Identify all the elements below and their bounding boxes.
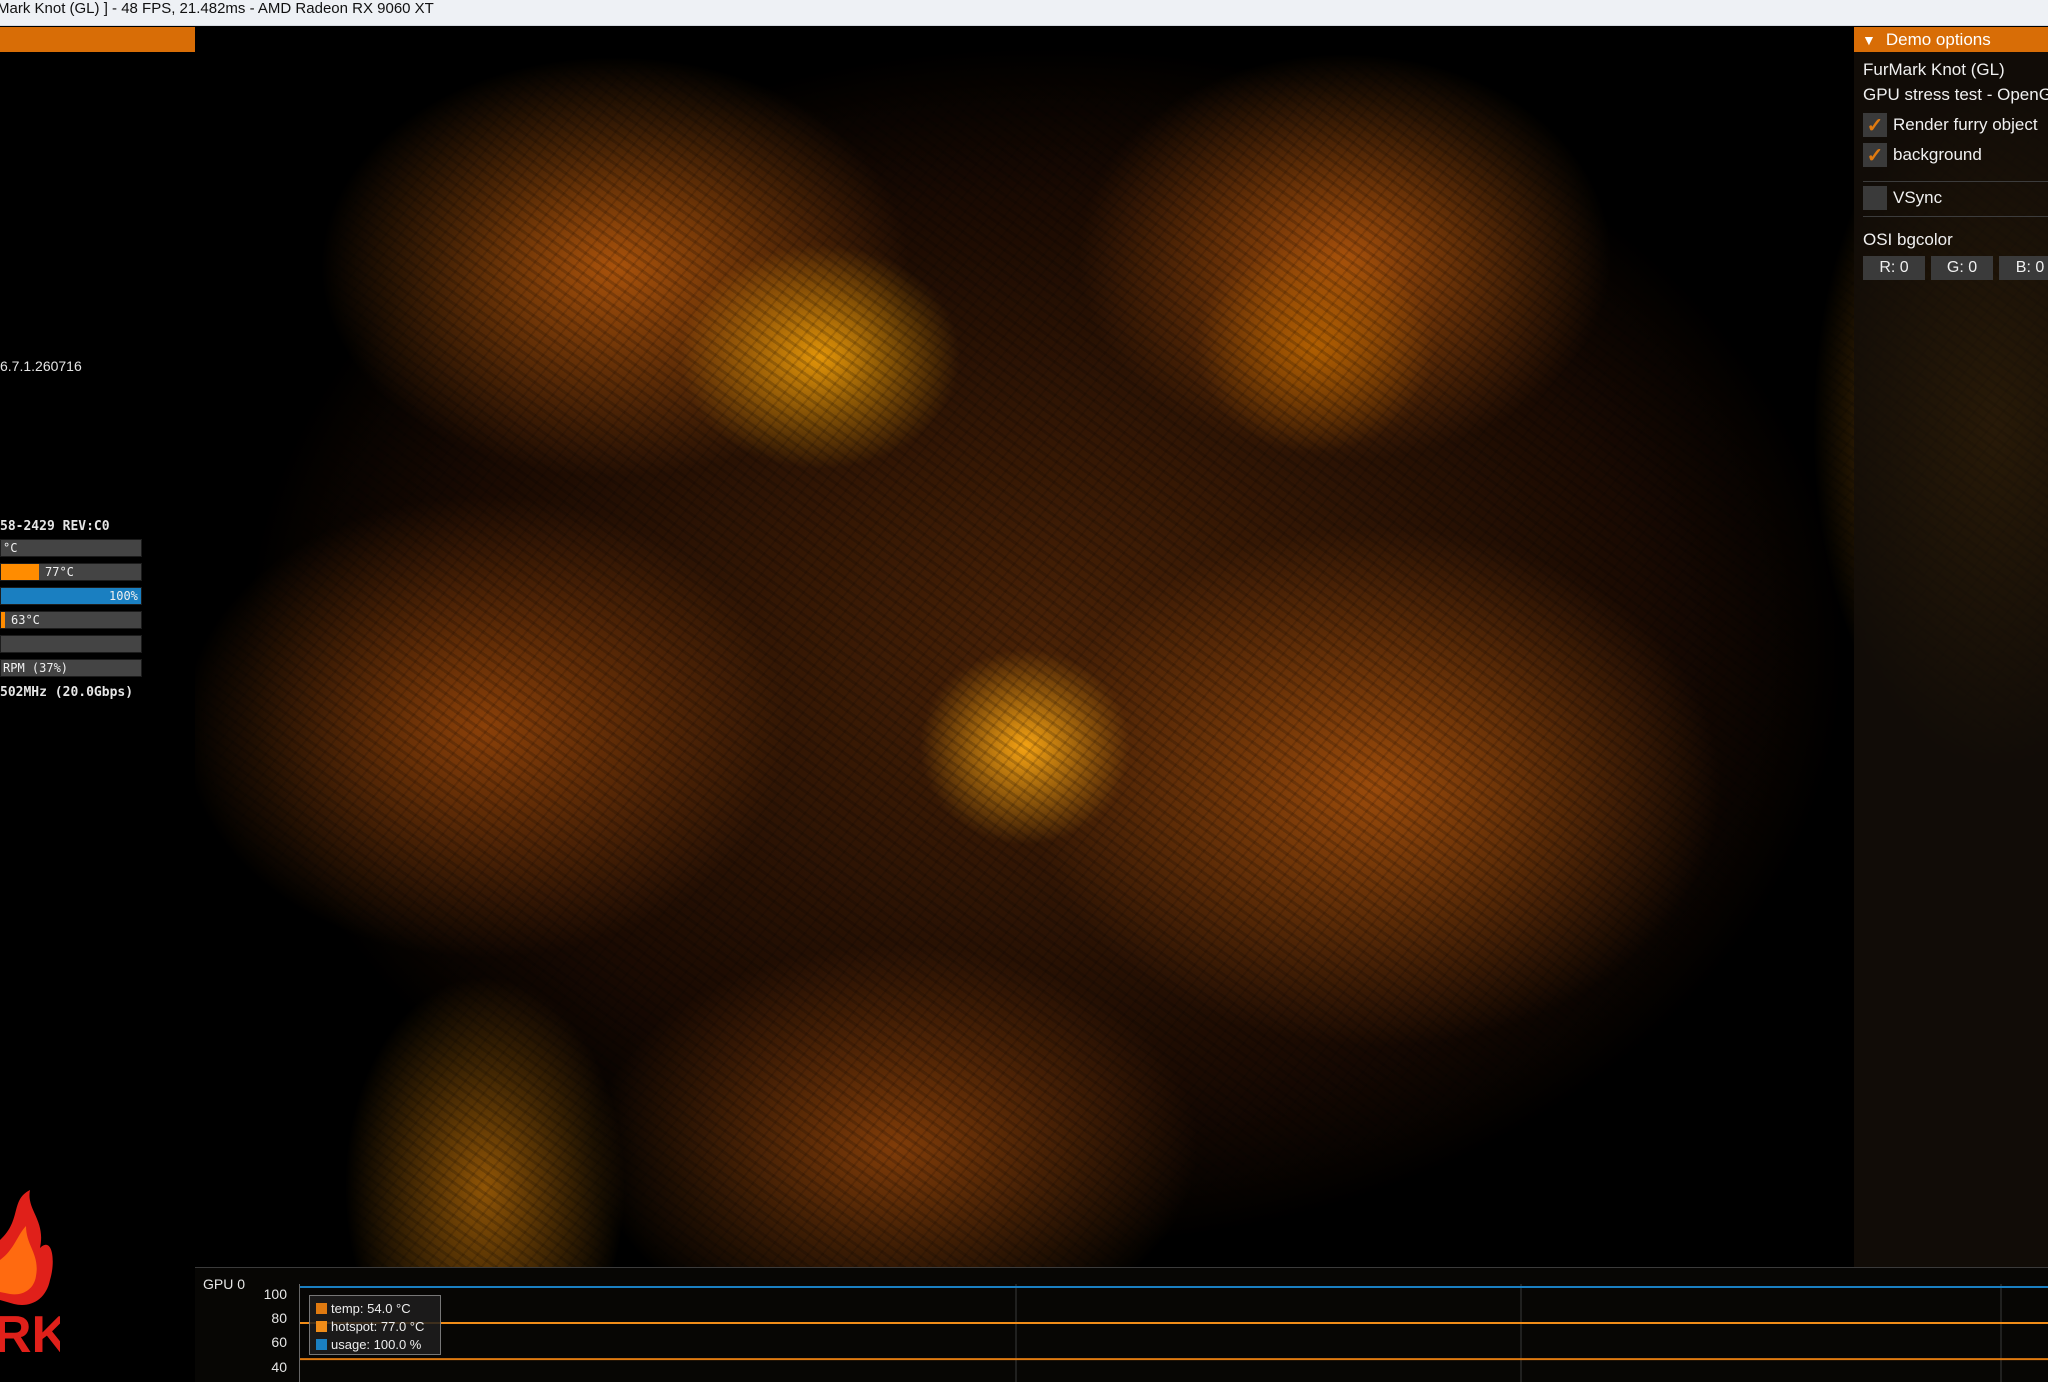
osd-bar-label: 77°C	[45, 565, 74, 579]
osd-bar: 100%	[0, 587, 142, 605]
legend-item-hotspot: hotspot: 77.0 °C	[316, 1317, 434, 1335]
osd-version: 6.7.1.260716	[0, 358, 82, 374]
graph-plot-area	[299, 1284, 2048, 1382]
legend-item-temp: temp: 54.0 °C	[316, 1299, 434, 1317]
background-checkbox-row[interactable]: ✓ background	[1863, 142, 1982, 168]
background-label: background	[1893, 145, 1982, 164]
osd-bar-label: 63°C	[11, 613, 40, 627]
furry-knot-render	[195, 27, 2048, 1267]
osd-bar: 63°C	[0, 611, 142, 629]
vsync-label: VSync	[1893, 188, 1943, 207]
render-viewport[interactable]	[195, 27, 2048, 1267]
bgcolor-b-input[interactable]: B: 0	[1999, 256, 2048, 280]
svg-text:RK: RK	[0, 1306, 60, 1364]
furmark-logo: RK	[0, 1190, 70, 1382]
osd-bar-fill	[1, 612, 6, 628]
vsync-checkbox[interactable]	[1863, 186, 1887, 210]
demo-app-name: FurMark Knot (GL)	[1863, 60, 2005, 79]
osd-bar-label: RPM (37%)	[3, 661, 69, 675]
osd-bar	[0, 635, 142, 653]
osi-bgcolor-label: OSI bgcolor	[1863, 230, 1953, 249]
graph-plot-svg	[300, 1284, 2048, 1382]
bgcolor-r-input[interactable]: R: 0	[1863, 256, 1925, 280]
osd-gpu-id: 58-2429 REV:C0	[0, 519, 110, 534]
legend-item-usage: usage: 100.0 %	[316, 1335, 434, 1353]
legend-swatch	[316, 1338, 327, 1350]
window-title: Mark Knot (GL) ] - 48 FPS, 21.482ms - AM…	[0, 0, 434, 17]
render-furry-object-checkbox-row[interactable]: ✓ Render furry object	[1863, 112, 2038, 138]
osd-bar-label: °C	[3, 541, 18, 555]
osd-bar: °C	[0, 539, 142, 557]
osd-bar: 77°C	[0, 563, 142, 581]
bgcolor-g-input[interactable]: G: 0	[1931, 256, 1993, 280]
demo-subtitle: GPU stress test - OpenGL	[1863, 85, 2048, 104]
osd-bar-fill	[1, 564, 39, 580]
window-title-bar: Mark Knot (GL) ] - 48 FPS, 21.482ms - AM…	[0, 0, 2048, 26]
graph-y-tick: 60	[271, 1334, 287, 1350]
graph-y-tick: 100	[263, 1286, 287, 1302]
render-furry-object-label: Render furry object	[1893, 115, 2038, 134]
osd-header-tab[interactable]	[0, 27, 195, 52]
panel-separator	[1863, 216, 2048, 217]
collapse-triangle-icon[interactable]: ▼	[1862, 28, 1876, 53]
legend-swatch	[316, 1320, 327, 1332]
demo-options-title: Demo options	[1885, 30, 1991, 49]
graph-legend: temp: 54.0 °C hotspot: 77.0 °C usage: 10…	[309, 1295, 441, 1355]
demo-options-header[interactable]: ▼ Demo options	[1854, 27, 2048, 52]
legend-swatch	[316, 1302, 327, 1314]
background-checkbox[interactable]: ✓	[1863, 143, 1887, 167]
legend-label: usage: 100.0 %	[331, 1336, 422, 1352]
osd-bar-label: 100%	[109, 589, 138, 603]
osd-memory-clock: 502MHz (20.0Gbps)	[0, 685, 134, 700]
osd-bar: RPM (37%)	[0, 659, 142, 677]
legend-label: hotspot: 77.0 °C	[331, 1318, 425, 1334]
demo-options-panel: ▼ Demo options FurMark Knot (GL) GPU stre…	[1854, 27, 2048, 1267]
render-furry-object-checkbox[interactable]: ✓	[1863, 113, 1887, 137]
osi-bgcolor-inputs: R: 0 G: 0 B: 0	[1863, 256, 2048, 280]
panel-separator	[1863, 181, 2048, 182]
vsync-checkbox-row[interactable]: VSync	[1863, 185, 1942, 211]
gpu-graph: GPU 0 100 80 60 40 temp: 54.0 °C hotspot…	[195, 1267, 2048, 1382]
legend-label: temp: 54.0 °C	[331, 1300, 411, 1316]
graph-y-tick: 80	[271, 1310, 287, 1326]
osd-overlay	[0, 27, 195, 1382]
graph-y-tick: 40	[271, 1359, 287, 1375]
